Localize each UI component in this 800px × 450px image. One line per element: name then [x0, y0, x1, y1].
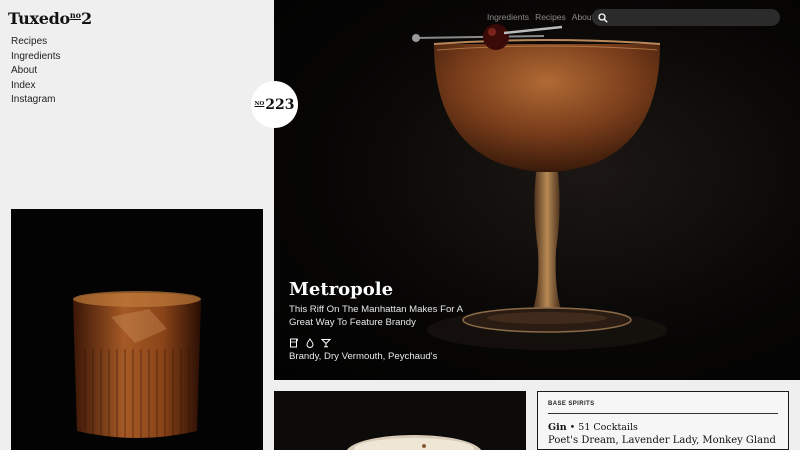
top-nav-ingredients[interactable]: Ingredients — [487, 12, 529, 22]
spirit-count: 51 Cocktails — [578, 422, 638, 433]
site-logo[interactable]: Tuxedono2 — [8, 9, 92, 28]
glass-icon — [289, 335, 299, 348]
foam-cocktail-photo — [346, 435, 482, 450]
top-nav-about[interactable]: About — [572, 12, 594, 22]
rocks-glass-photo — [73, 291, 201, 439]
cocktail-card-foam[interactable] — [274, 391, 526, 450]
featured-ingredients: Brandy, Dry Vermouth, Peychaud's — [289, 351, 438, 362]
logo-no: no — [69, 10, 82, 20]
cocktail-number-badge: NO 223 — [251, 81, 298, 128]
badge-number: 223 — [265, 96, 295, 113]
base-spirits-card[interactable]: BASE SPIRITS Gin • 51 Cocktails Poet's D… — [537, 391, 789, 450]
featured-title[interactable]: Metropole — [289, 279, 393, 300]
top-nav-recipes[interactable]: Recipes — [535, 12, 566, 22]
spirit-name: Gin — [548, 422, 567, 433]
base-spirits-heading: BASE SPIRITS — [548, 401, 778, 414]
search-icon — [598, 12, 608, 23]
top-nav: Ingredients Recipes About — [487, 12, 594, 22]
featured-icons — [289, 335, 332, 348]
spirit-examples: Poet's Dream, Lavender Lady, Monkey Glan… — [548, 435, 776, 446]
sidebar-item-index[interactable]: Index — [11, 79, 60, 94]
logo-number: 2 — [81, 9, 92, 28]
badge-prefix: NO — [254, 100, 265, 107]
cocktail-card-rocks[interactable] — [11, 209, 263, 450]
logo-word: Tuxedo — [8, 9, 70, 28]
sidebar-nav: Recipes Ingredients About Index Instagra… — [11, 35, 60, 108]
spirit-summary[interactable]: Gin • 51 Cocktails — [548, 422, 778, 433]
cocktail-glass-icon — [320, 335, 332, 348]
search-bar[interactable] — [592, 9, 780, 26]
search-input[interactable] — [612, 11, 772, 24]
sidebar-item-recipes[interactable]: Recipes — [11, 35, 60, 50]
sidebar-item-instagram[interactable]: Instagram — [11, 93, 60, 108]
sidebar-item-about[interactable]: About — [11, 64, 60, 79]
spirit-separator: • — [566, 422, 579, 433]
featured-subtitle: This Riff On The Manhattan Makes For A G… — [289, 304, 463, 328]
sidebar-item-ingredients[interactable]: Ingredients — [11, 50, 60, 65]
drop-icon — [305, 335, 315, 348]
